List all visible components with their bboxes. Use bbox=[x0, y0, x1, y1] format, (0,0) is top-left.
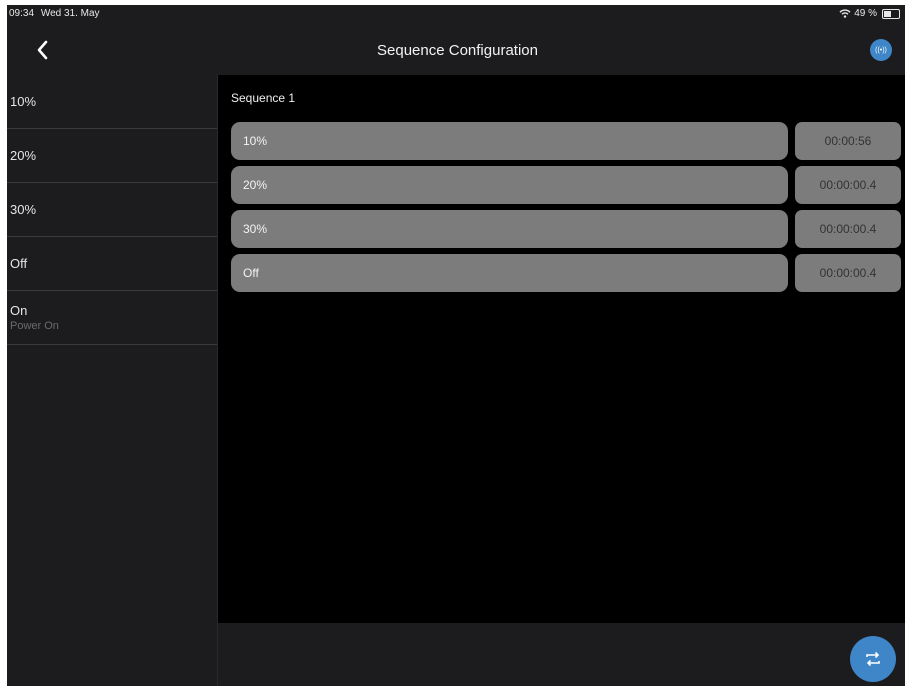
step-scene-button[interactable]: 30% bbox=[231, 210, 788, 248]
battery-icon bbox=[882, 8, 900, 19]
sidebar-item-10[interactable]: 10% bbox=[7, 75, 217, 129]
status-indicators: 49 % bbox=[839, 8, 900, 19]
repeat-sequence-button[interactable] bbox=[850, 636, 896, 682]
broadcast-icon: ((•)) bbox=[875, 46, 887, 54]
date: Wed 31. May bbox=[40, 8, 100, 19]
battery-percent: 49 % bbox=[854, 8, 877, 19]
sidebar-item-20[interactable]: 20% bbox=[7, 129, 217, 183]
repeat-icon bbox=[866, 651, 880, 667]
sequence-panel: Sequence 1 10% 00:00:56 20% 00:00:00.4 3… bbox=[218, 75, 905, 623]
status-time: 09:34 Wed 31. May bbox=[9, 8, 100, 19]
sidebar-item-label: 20% bbox=[10, 148, 37, 163]
status-bar: 09:34 Wed 31. May 49 % bbox=[7, 5, 905, 25]
sidebar-item-label: Off bbox=[10, 256, 28, 271]
sidebar-item-sublabel: Power On bbox=[10, 320, 59, 332]
wifi-icon bbox=[839, 9, 851, 18]
bottom-toolbar bbox=[218, 623, 905, 686]
device-screen: 09:34 Wed 31. May 49 % Sequence Configur… bbox=[7, 5, 905, 686]
scene-sidebar: 10% 20% 30% Off On Power On bbox=[7, 75, 218, 686]
page-title: Sequence Configuration bbox=[377, 42, 538, 59]
sequence-title: Sequence 1 bbox=[231, 91, 296, 105]
sidebar-item-off[interactable]: Off bbox=[7, 237, 217, 291]
step-duration-button[interactable]: 00:00:56 bbox=[795, 122, 901, 160]
clock: 09:34 bbox=[9, 8, 35, 19]
battery-level bbox=[884, 10, 891, 17]
sidebar-item-label: 10% bbox=[10, 94, 37, 109]
sidebar-item-label: On bbox=[10, 303, 28, 318]
navigation-bar: Sequence Configuration ((•)) bbox=[7, 25, 905, 75]
step-scene-button[interactable]: Off bbox=[231, 254, 788, 292]
step-scene-button[interactable]: 20% bbox=[231, 166, 788, 204]
step-duration-button[interactable]: 00:00:00.4 bbox=[795, 166, 901, 204]
sidebar-item-30[interactable]: 30% bbox=[7, 183, 217, 237]
step-duration-button[interactable]: 00:00:00.4 bbox=[795, 210, 901, 248]
step-scene-button[interactable]: 10% bbox=[231, 122, 788, 160]
step-duration-button[interactable]: 00:00:00.4 bbox=[795, 254, 901, 292]
sidebar-item-label: 30% bbox=[10, 202, 37, 217]
sidebar-item-on[interactable]: On Power On bbox=[7, 291, 217, 345]
broadcast-status-button[interactable]: ((•)) bbox=[870, 39, 892, 61]
